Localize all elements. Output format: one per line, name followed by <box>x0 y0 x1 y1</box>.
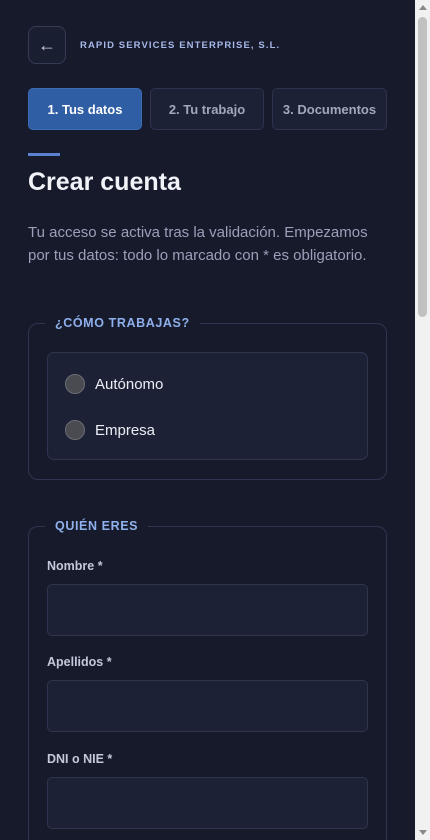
apellidos-label: Apellidos * <box>47 655 112 669</box>
work-type-group: ¿CÓMO TRABAJAS? Autónomo Empresa <box>28 315 387 480</box>
nombre-label: Nombre * <box>47 559 103 573</box>
step-tabs: 1. Tus datos 2. Tu trabajo 3. Documentos <box>28 88 387 130</box>
identity-legend: QUIÉN ERES <box>45 518 149 534</box>
dni-input[interactable] <box>47 777 368 829</box>
radio-circle-icon[interactable] <box>65 420 85 440</box>
header: ← RAPID SERVICES ENTERPRISE, S.L. <box>28 26 280 64</box>
radio-circle-icon[interactable] <box>65 374 85 394</box>
work-type-options: Autónomo Empresa <box>47 352 368 460</box>
radio-autonomo[interactable]: Autónomo <box>65 374 163 394</box>
tab-step-3[interactable]: 3. Documentos <box>272 88 387 130</box>
dni-label: DNI o NIE * <box>47 752 113 766</box>
scrollbar[interactable] <box>415 0 430 840</box>
radio-label: Empresa <box>95 421 156 439</box>
nombre-input[interactable] <box>47 584 368 636</box>
title-accent-bar <box>28 153 60 156</box>
identity-group: QUIÉN ERES Nombre * Apellidos * DNI o NI… <box>28 518 387 840</box>
tab-step-1[interactable]: 1. Tus datos <box>28 88 142 130</box>
work-type-legend: ¿CÓMO TRABAJAS? <box>45 315 200 331</box>
intro-text: Tu acceso se activa tras la validación. … <box>28 224 368 264</box>
scroll-up-icon[interactable] <box>419 5 427 10</box>
radio-label: Autónomo <box>95 375 164 393</box>
company-name: RAPID SERVICES ENTERPRISE, S.L. <box>80 39 281 51</box>
signup-page: ← RAPID SERVICES ENTERPRISE, S.L. 1. Tus… <box>0 0 415 840</box>
page-title: Crear cuenta <box>28 168 181 196</box>
apellidos-input[interactable] <box>47 680 368 732</box>
arrow-left-icon: ← <box>38 34 56 55</box>
radio-empresa[interactable]: Empresa <box>65 420 155 440</box>
tab-step-2[interactable]: 2. Tu trabajo <box>150 88 264 130</box>
scroll-down-icon[interactable] <box>419 830 427 835</box>
back-button[interactable]: ← <box>28 26 66 64</box>
scrollbar-thumb[interactable] <box>418 17 427 317</box>
